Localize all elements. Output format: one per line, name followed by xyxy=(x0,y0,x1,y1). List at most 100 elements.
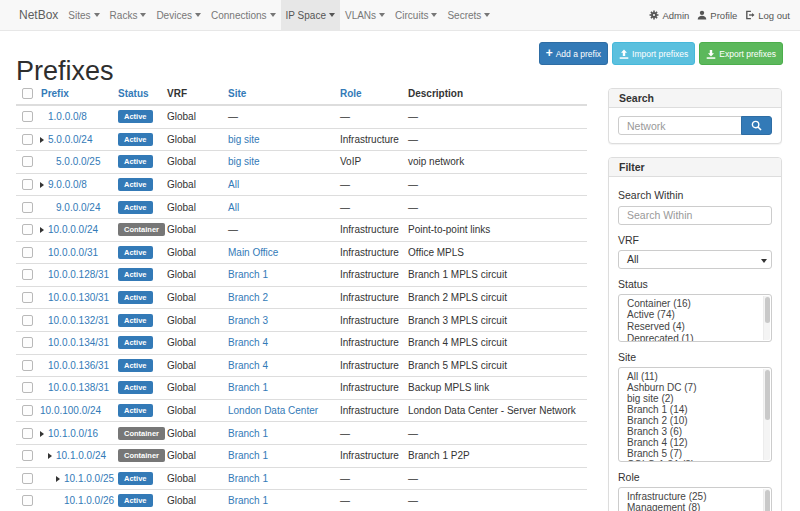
prefix-link[interactable]: 10.0.100.0/24 xyxy=(40,405,101,416)
import-prefixes-button[interactable]: Import prefixes xyxy=(612,42,695,65)
add-prefix-button[interactable]: + Add a prefix xyxy=(539,42,608,65)
site-link[interactable]: Branch 3 xyxy=(228,315,268,326)
search-within-input[interactable] xyxy=(618,206,772,225)
scrollbar-thumb[interactable] xyxy=(765,297,770,323)
listbox-option[interactable]: Infrastructure (25) xyxy=(627,491,761,503)
listbox-option[interactable]: Deprecated (1) xyxy=(627,333,761,342)
nav-item-ip-space[interactable]: IP Space xyxy=(281,0,340,30)
site-link[interactable]: Main Office xyxy=(228,247,278,258)
scrollbar-track[interactable] xyxy=(763,296,770,340)
row-checkbox[interactable] xyxy=(22,473,33,484)
row-checkbox[interactable] xyxy=(22,292,33,303)
site-link[interactable]: Branch 1 xyxy=(228,269,268,280)
listbox-option[interactable]: Branch 5 (7) xyxy=(627,448,761,459)
site-link[interactable]: All xyxy=(228,202,239,213)
row-checkbox[interactable] xyxy=(22,315,33,326)
site-link[interactable]: Branch 1 xyxy=(228,382,268,393)
row-checkbox[interactable] xyxy=(22,269,33,280)
prefix-link[interactable]: 10.0.0.0/31 xyxy=(48,247,98,258)
site-link[interactable]: London Data Center xyxy=(228,405,318,416)
row-checkbox[interactable] xyxy=(22,224,33,235)
row-checkbox[interactable] xyxy=(22,179,33,190)
logout-menu[interactable]: Log out xyxy=(741,0,794,30)
scrollbar-track[interactable] xyxy=(763,489,770,511)
scrollbar-track[interactable] xyxy=(763,369,770,460)
prefix-link[interactable]: 10.1.0.0/25 xyxy=(64,473,114,484)
listbox-option[interactable]: Ashburn DC (7) xyxy=(627,382,761,393)
site-link[interactable]: Branch 1 xyxy=(228,428,268,439)
listbox-option[interactable]: COLO-1-3A (3) xyxy=(627,459,761,462)
listbox-option[interactable]: Branch 1 (14) xyxy=(627,404,761,415)
row-checkbox[interactable] xyxy=(22,382,33,393)
role-listbox[interactable]: Infrastructure (25)Management (8)Private… xyxy=(618,487,772,511)
column-header-role[interactable]: Role xyxy=(335,85,403,105)
column-header-prefix[interactable]: Prefix xyxy=(36,85,113,105)
site-link[interactable]: Branch 1 xyxy=(228,450,268,461)
listbox-option[interactable]: Branch 2 (10) xyxy=(627,415,761,426)
nav-item-circuits[interactable]: Circuits xyxy=(390,0,442,30)
nav-item-devices[interactable]: Devices xyxy=(151,0,206,30)
prefix-link[interactable]: 1.0.0.0/8 xyxy=(48,111,87,122)
site-link[interactable]: Branch 4 xyxy=(228,360,268,371)
row-checkbox[interactable] xyxy=(22,428,33,439)
site-link[interactable]: big site xyxy=(228,156,260,167)
listbox-option[interactable]: Branch 3 (6) xyxy=(627,426,761,437)
row-checkbox[interactable] xyxy=(22,405,33,416)
scrollbar-thumb[interactable] xyxy=(765,490,770,511)
prefix-link[interactable]: 10.0.0.138/31 xyxy=(48,382,109,393)
row-checkbox[interactable] xyxy=(22,360,33,371)
listbox-option[interactable]: big site (2) xyxy=(627,393,761,404)
prefix-link[interactable]: 5.0.0.0/24 xyxy=(48,134,92,145)
listbox-option[interactable]: Reserved (4) xyxy=(627,321,761,333)
prefix-link[interactable]: 10.0.0.128/31 xyxy=(48,269,109,280)
nav-item-racks[interactable]: Racks xyxy=(105,0,152,30)
search-button[interactable] xyxy=(741,116,772,135)
nav-item-secrets[interactable]: Secrets xyxy=(442,0,495,30)
prefix-link[interactable]: 10.1.0.0/16 xyxy=(48,428,98,439)
status-listbox[interactable]: Container (16)Active (74)Reserved (4)Dep… xyxy=(618,294,772,342)
vrf-select[interactable]: All xyxy=(618,250,772,269)
site-listbox[interactable]: All (11)Ashburn DC (7)big site (2)Branch… xyxy=(618,367,772,462)
site-link[interactable]: Branch 4 xyxy=(228,337,268,348)
prefix-link[interactable]: 10.0.0.0/24 xyxy=(48,224,98,235)
site-link[interactable]: Branch 2 xyxy=(228,292,268,303)
brand[interactable]: NetBox xyxy=(0,0,63,30)
prefix-link[interactable]: 5.0.0.0/25 xyxy=(56,156,100,167)
row-checkbox[interactable] xyxy=(22,337,33,348)
row-checkbox[interactable] xyxy=(22,202,33,213)
nav-item-vlans[interactable]: VLANs xyxy=(340,0,390,30)
row-checkbox[interactable] xyxy=(22,247,33,258)
row-checkbox[interactable] xyxy=(22,134,33,145)
row-checkbox[interactable] xyxy=(22,156,33,167)
scrollbar-thumb[interactable] xyxy=(765,370,770,420)
row-checkbox[interactable] xyxy=(22,450,33,461)
prefix-link[interactable]: 10.1.0.0/26 xyxy=(64,495,114,506)
listbox-option[interactable]: Active (74) xyxy=(627,309,761,321)
search-input[interactable] xyxy=(618,116,742,135)
row-checkbox[interactable] xyxy=(22,111,33,122)
prefix-link[interactable]: 10.0.0.132/31 xyxy=(48,315,109,326)
column-header-status[interactable]: Status xyxy=(113,85,162,105)
column-header-site[interactable]: Site xyxy=(223,85,335,105)
select-all-checkbox[interactable] xyxy=(22,88,33,99)
export-prefixes-button[interactable]: Export prefixes xyxy=(699,42,783,65)
nav-item-connections[interactable]: Connections xyxy=(206,0,281,30)
prefix-link[interactable]: 10.1.0.0/24 xyxy=(56,450,106,461)
listbox-option[interactable]: Branch 4 (12) xyxy=(627,437,761,448)
admin-menu[interactable]: Admin xyxy=(645,0,693,30)
nav-item-sites[interactable]: Sites xyxy=(63,0,104,30)
prefix-link[interactable]: 10.0.0.134/31 xyxy=(48,337,109,348)
listbox-option[interactable]: Container (16) xyxy=(627,298,761,310)
site-link[interactable]: All xyxy=(228,179,239,190)
row-checkbox[interactable] xyxy=(22,495,33,506)
prefix-link[interactable]: 9.0.0.0/24 xyxy=(56,202,100,213)
prefix-link[interactable]: 9.0.0.0/8 xyxy=(48,179,87,190)
site-link[interactable]: Branch 1 xyxy=(228,473,268,484)
prefix-link[interactable]: 10.0.0.136/31 xyxy=(48,360,109,371)
prefix-link[interactable]: 10.0.0.130/31 xyxy=(48,292,109,303)
site-link[interactable]: big site xyxy=(228,134,260,145)
site-link[interactable]: Branch 1 xyxy=(228,495,268,506)
listbox-option[interactable]: All (11) xyxy=(627,371,761,382)
profile-menu[interactable]: Profile xyxy=(693,0,741,30)
listbox-option[interactable]: Management (8) xyxy=(627,502,761,511)
